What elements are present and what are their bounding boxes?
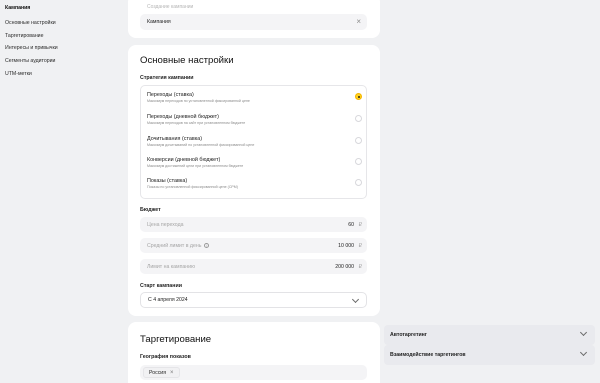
accordion-label: Автотаргетинг	[390, 332, 427, 338]
chevron-down-icon	[579, 348, 588, 357]
strategy-option[interactable]: Переходы (ставка) Максимум переходов по …	[147, 92, 362, 103]
campaign-limit-field[interactable]: Лимит на кампанию 200 000 ₽	[140, 259, 367, 274]
daily-limit-value: 10 000	[338, 242, 354, 249]
main-settings-title: Основные настройки	[140, 55, 234, 66]
strategy-option[interactable]: Конверсии (дневной бюджет) Максимум дост…	[147, 157, 362, 168]
remove-icon[interactable]: ×	[170, 370, 174, 376]
strategy-option-title: Переходы (ставка)	[147, 92, 194, 98]
radio-icon[interactable]	[355, 179, 362, 186]
start-date-value: С 4 апреля 2024	[148, 297, 188, 303]
campaign-limit-placeholder: Лимит на кампанию	[147, 263, 195, 270]
sidebar-item-utm[interactable]: UTM-метки	[5, 71, 32, 77]
info-icon[interactable]: i	[204, 242, 210, 248]
strategy-option[interactable]: Показы (ставка) Показы по установленной …	[147, 178, 362, 189]
click-price-value: 60	[348, 221, 354, 228]
accordion-autotargeting[interactable]: Автотаргетинг	[384, 325, 595, 345]
strategy-option-title: Конверсии (дневной бюджет)	[147, 157, 221, 163]
strategy-option-title: Дочитывания (ставка)	[147, 136, 202, 142]
strategy-option-desc: Максимум переходов на сайт при установле…	[147, 121, 246, 125]
strategy-option-desc: Максимум переходов по установленной фикс…	[147, 99, 250, 103]
targeting-card: Таргетирование География показов Россия …	[128, 322, 380, 383]
campaign-name-label: Создание кампании	[147, 4, 194, 10]
strategy-option-title: Показы (ставка)	[147, 178, 188, 184]
strategy-option[interactable]: Дочитывания (ставка) Максимум дочитывани…	[147, 136, 362, 147]
daily-limit-placeholder-wrap: Средний лимит в день i	[147, 242, 210, 249]
radio-selected-icon[interactable]	[355, 93, 362, 100]
targeting-title: Таргетирование	[140, 334, 212, 345]
strategy-option-desc: Максимум дочитываний по установленной фи…	[147, 143, 255, 147]
strategy-option-desc: Максимум достижений цели при установленн…	[147, 164, 244, 168]
ruble-icon: ₽	[358, 221, 362, 228]
strategy-label: Стратегия кампании	[140, 75, 194, 81]
campaign-limit-value: 200 000	[335, 263, 354, 270]
geo-chip: Россия ×	[143, 367, 180, 378]
ruble-icon: ₽	[358, 242, 362, 249]
radio-icon[interactable]	[355, 158, 362, 165]
sidebar-nav: Кампания Основные настройки Таргетирован…	[0, 0, 110, 383]
chevron-down-icon	[579, 328, 588, 337]
campaign-name-field[interactable]: Кампания ×	[140, 14, 367, 30]
campaign-name-card: Создание кампании Кампания ×	[128, 0, 380, 38]
geo-label: География показов	[140, 354, 191, 360]
start-label: Старт кампании	[140, 283, 182, 289]
accordion-targeting-interaction[interactable]: Взаимодействие таргетингов	[384, 345, 595, 365]
clear-icon[interactable]: ×	[356, 18, 361, 26]
radio-icon[interactable]	[355, 115, 362, 122]
strategy-option[interactable]: Переходы (дневной бюджет) Максимум перех…	[147, 114, 362, 125]
campaign-name-value: Кампания	[147, 19, 171, 25]
sidebar-item-main-settings[interactable]: Основные настройки	[5, 20, 56, 26]
click-price-field[interactable]: Цена перехода 60 ₽	[140, 217, 367, 232]
budget-label: Бюджет	[140, 207, 161, 213]
sidebar-item-targeting[interactable]: Таргетирование	[5, 33, 43, 39]
strategy-option-title: Переходы (дневной бюджет)	[147, 114, 219, 120]
strategy-options: Переходы (ставка) Максимум переходов по …	[140, 85, 367, 199]
sidebar-item-segments[interactable]: Сегменты аудитории	[5, 58, 55, 64]
daily-limit-field[interactable]: Средний лимит в день i 10 000 ₽	[140, 238, 367, 253]
click-price-placeholder: Цена перехода	[147, 221, 184, 228]
start-date-select[interactable]: С 4 апреля 2024	[140, 292, 367, 308]
radio-icon[interactable]	[355, 137, 362, 144]
geo-chip-label: Россия	[149, 369, 167, 376]
chevron-down-icon	[351, 295, 360, 304]
main-settings-card: Основные настройки Стратегия кампании Пе…	[128, 45, 380, 316]
strategy-option-desc: Показы по установленной фиксированной це…	[147, 185, 238, 189]
ruble-icon: ₽	[358, 263, 362, 270]
sidebar-item-campaign[interactable]: Кампания	[5, 5, 30, 11]
sidebar-item-interests[interactable]: Интересы и привычки	[5, 45, 58, 51]
daily-limit-placeholder: Средний лимит в день	[147, 242, 202, 249]
accordion-label: Взаимодействие таргетингов	[390, 352, 466, 358]
